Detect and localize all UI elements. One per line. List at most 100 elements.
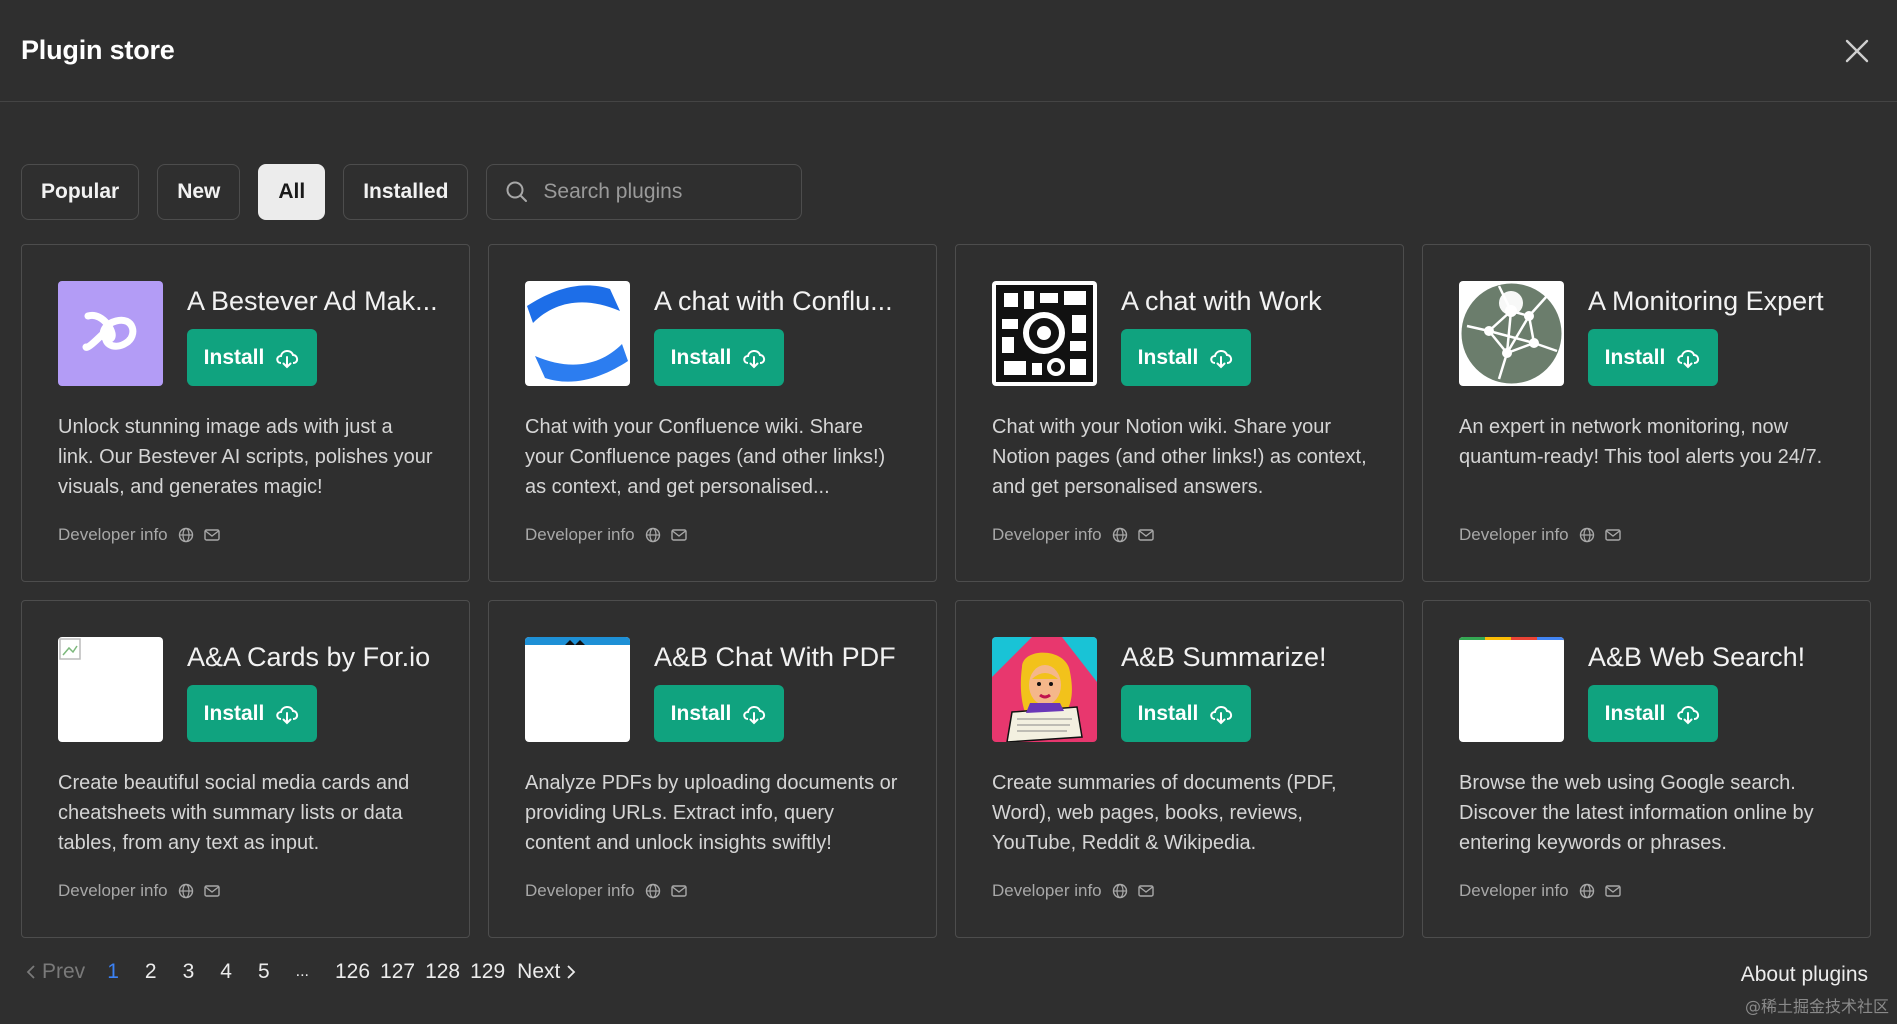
page-128[interactable]: 128: [425, 960, 460, 984]
plugin-description: Create beautiful social media cards and …: [58, 772, 410, 854]
install-label: Install: [203, 345, 265, 369]
plugin-title: A Bestever Ad Mak...: [187, 286, 438, 316]
plugin-card: A chat with Conflu... Install Chat with …: [488, 244, 937, 582]
developer-info-label: Developer info: [992, 525, 1102, 544]
install-button[interactable]: Install: [1588, 329, 1718, 386]
prev-button[interactable]: Prev: [26, 960, 85, 984]
cloud-download-icon: [743, 349, 766, 368]
mail-icon[interactable]: [1137, 884, 1154, 898]
bestever-logo: [58, 281, 163, 386]
globe-icon[interactable]: [645, 883, 661, 899]
install-button[interactable]: Install: [654, 329, 784, 386]
search-input[interactable]: [543, 180, 784, 204]
page-4[interactable]: 4: [220, 960, 232, 984]
close-button[interactable]: [1839, 33, 1875, 69]
page-1[interactable]: 1: [107, 960, 119, 984]
search-icon: [506, 181, 528, 202]
developer-info: Developer info: [1459, 881, 1621, 901]
pdf-logo: [525, 637, 630, 742]
developer-info: Developer info: [992, 881, 1154, 901]
globe-icon[interactable]: [1579, 527, 1595, 543]
plugin-description: An expert in network monitoring, now qua…: [1459, 416, 1823, 468]
globe-icon[interactable]: [1579, 883, 1595, 899]
install-button[interactable]: Install: [1588, 685, 1718, 742]
filter-bar: Popular New All Installed: [21, 164, 803, 220]
next-button[interactable]: Next: [517, 960, 576, 984]
mail-icon[interactable]: [1604, 528, 1621, 542]
filter-installed[interactable]: Installed: [343, 164, 469, 220]
install-button[interactable]: Install: [654, 685, 784, 742]
plugin-title: A&A Cards by For.io: [187, 642, 431, 672]
globe-icon[interactable]: [645, 527, 661, 543]
confluence-logo: [525, 281, 630, 386]
developer-info-label: Developer info: [525, 881, 635, 900]
mail-icon[interactable]: [670, 528, 687, 542]
install-label: Install: [1604, 345, 1666, 369]
about-plugins-link[interactable]: About plugins: [1741, 963, 1868, 987]
plugin-card: A Monitoring Expert Install An expert in…: [1422, 244, 1871, 582]
web-search-logo: [1459, 637, 1564, 742]
globe-icon[interactable]: [178, 883, 194, 899]
plugin-description: Chat with your Confluence wiki. Share yo…: [525, 416, 886, 498]
install-button[interactable]: Install: [1121, 329, 1251, 386]
chevron-left-icon: [26, 965, 35, 979]
developer-info-label: Developer info: [58, 525, 168, 544]
prev-label: Prev: [42, 960, 86, 983]
plugin-card: A&A Cards by For.io Install Create beaut…: [21, 600, 470, 938]
page-127[interactable]: 127: [380, 960, 415, 984]
page-129[interactable]: 129: [470, 960, 505, 984]
plugin-card: A&B Web Search! Install Browse the web u…: [1422, 600, 1871, 938]
plugin-grid: A Bestever Ad Mak... Install Unlock stun…: [21, 244, 1871, 938]
developer-info-label: Developer info: [525, 525, 635, 544]
developer-info: Developer info: [525, 881, 687, 901]
mail-icon[interactable]: [1137, 528, 1154, 542]
install-label: Install: [203, 701, 265, 725]
page-3[interactable]: 3: [183, 960, 195, 984]
page-5[interactable]: 5: [258, 960, 270, 984]
cloud-download-icon: [276, 705, 299, 724]
install-button[interactable]: Install: [187, 329, 317, 386]
plugin-title: A Monitoring Expert: [1588, 286, 1824, 316]
plugin-description: Chat with your Notion wiki. Share your N…: [992, 416, 1367, 498]
plugin-title: A&B Web Search!: [1588, 642, 1806, 672]
page-title: Plugin store: [21, 35, 175, 65]
cloud-download-icon: [1210, 705, 1233, 724]
globe-icon[interactable]: [1112, 527, 1128, 543]
filter-new[interactable]: New: [157, 164, 241, 220]
developer-info-label: Developer info: [992, 881, 1102, 900]
mail-icon[interactable]: [203, 528, 220, 542]
page-ellipsis: ...: [295, 963, 309, 980]
install-button[interactable]: Install: [1121, 685, 1251, 742]
developer-info: Developer info: [58, 881, 220, 901]
globe-icon[interactable]: [1112, 883, 1128, 899]
close-icon: [1845, 39, 1869, 62]
install-label: Install: [1137, 345, 1199, 369]
plugin-title: A&B Chat With PDF: [654, 642, 896, 672]
network-globe-logo: [1459, 281, 1564, 386]
filter-all[interactable]: All: [258, 164, 326, 220]
install-label: Install: [670, 345, 732, 369]
globe-icon[interactable]: [178, 527, 194, 543]
developer-info-label: Developer info: [1459, 525, 1569, 544]
plugin-card: A chat with Work Install Chat with your …: [955, 244, 1404, 582]
plugin-title: A&B Summarize!: [1121, 642, 1327, 672]
plugin-card: A&B Chat With PDF Install Analyze PDFs b…: [488, 600, 937, 938]
install-button[interactable]: Install: [187, 685, 317, 742]
page-126[interactable]: 126: [335, 960, 370, 984]
install-label: Install: [1604, 701, 1666, 725]
page-2[interactable]: 2: [145, 960, 157, 984]
plugin-card: A&B Summarize! Install Create summaries …: [955, 600, 1404, 938]
cloud-download-icon: [1677, 349, 1700, 368]
mail-icon[interactable]: [670, 884, 687, 898]
developer-info-label: Developer info: [58, 881, 168, 900]
mail-icon[interactable]: [1604, 884, 1621, 898]
pop-art-reader-logo: [992, 637, 1097, 742]
filter-popular[interactable]: Popular: [21, 164, 140, 220]
plugin-card: A Bestever Ad Mak... Install Unlock stun…: [21, 244, 470, 582]
chevron-right-icon: [567, 965, 576, 979]
work-logo: [992, 281, 1097, 386]
cloud-download-icon: [1210, 349, 1233, 368]
mail-icon[interactable]: [203, 884, 220, 898]
developer-info: Developer info: [992, 525, 1154, 545]
next-label: Next: [517, 960, 561, 983]
